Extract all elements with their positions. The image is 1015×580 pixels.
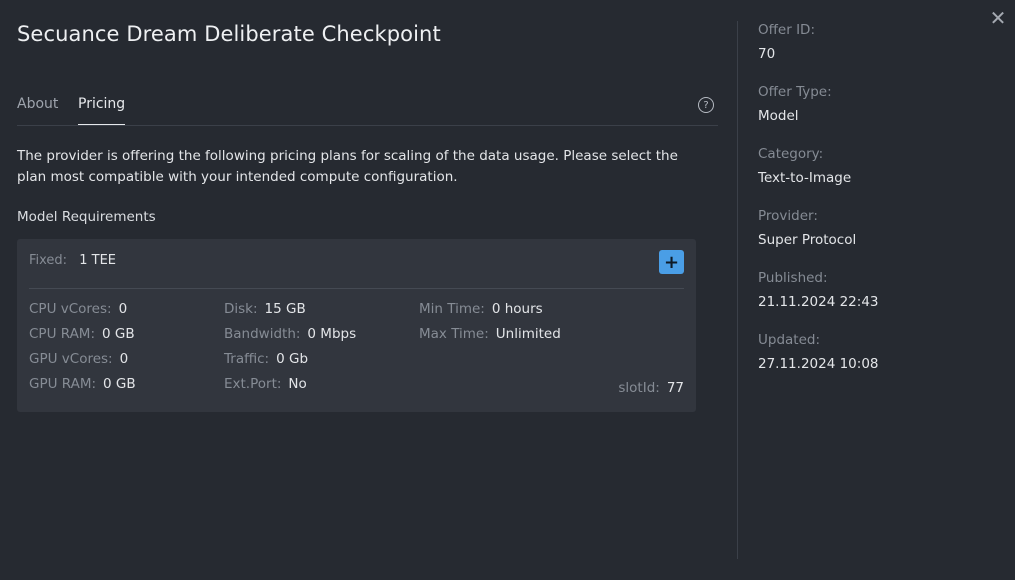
tab-bar: About Pricing ? [17,92,718,126]
close-icon[interactable]: ✕ [988,6,1008,30]
plus-icon[interactable]: + [659,250,684,274]
cpu-ram: CPU RAM: 0 GB [29,326,135,342]
published-value: 21.11.2024 22:43 [758,294,879,310]
gpu-vcores-value: 0 [119,351,129,367]
max-time-value: Unlimited [495,326,561,342]
bandwidth-label: Bandwidth: [224,326,301,342]
provider-value: Super Protocol [758,232,857,248]
fixed-value: 1 TEE [79,253,116,268]
updated-value: 27.11.2024 10:08 [758,356,879,372]
gpu-vcores-label: GPU vCores: [29,351,113,367]
offer-id-label: Offer ID: [758,22,815,38]
gpu-ram-value: 0 GB [103,376,136,392]
page-title: Secuance Dream Deliberate Checkpoint [17,22,441,46]
fixed-label: Fixed: [29,253,68,268]
model-requirements-title: Model Requirements [17,209,156,225]
question-circle-icon[interactable]: ? [698,97,714,113]
traffic-label: Traffic: [224,351,270,367]
category: Category: Text-to-Image [758,144,879,206]
gpu-ram: GPU RAM: 0 GB [29,376,136,392]
slot-id-label: slotId: [618,380,660,396]
category-label: Category: [758,146,824,162]
disk-label: Disk: [224,301,258,317]
cpu-ram-value: 0 GB [102,326,135,342]
published-label: Published: [758,270,828,286]
offer-id: Offer ID: 70 [758,20,879,82]
published: Published: 21.11.2024 22:43 [758,268,879,330]
fixed-row: Fixed: 1 TEE [29,253,116,268]
cpu-ram-label: CPU RAM: [29,326,96,342]
pricing-description: The provider is offering the following p… [17,148,678,185]
cpu-vcores-label: CPU vCores: [29,301,112,317]
updated-label: Updated: [758,332,821,348]
disk-value: 15 GB [264,301,306,317]
min-time: Min Time: 0 hours [419,301,543,317]
max-time: Max Time: Unlimited [419,326,561,342]
slot-id: slotId: 77 [618,380,684,396]
cpu-vcores-value: 0 [118,301,128,317]
offer-details-sidebar: Offer ID: 70 Offer Type: Model Category:… [758,20,879,392]
offer-id-value: 70 [758,46,776,62]
bandwidth: Bandwidth: 0 Mbps [224,326,356,342]
gpu-ram-label: GPU RAM: [29,376,97,392]
min-time-label: Min Time: [419,301,485,317]
card-divider [29,288,684,289]
ext-port-value: No [288,376,307,392]
slot-id-value: 77 [666,380,684,396]
provider-label: Provider: [758,208,818,224]
requirements-card: Fixed: 1 TEE + CPU vCores: 0 CPU RAM: 0 GB… [17,239,696,412]
provider: Provider: Super Protocol [758,206,879,268]
traffic: Traffic: 0 Gb [224,351,308,367]
offer-type-value: Model [758,108,799,124]
cpu-vcores: CPU vCores: 0 [29,301,127,317]
traffic-value: 0 Gb [276,351,309,367]
disk: Disk: 15 GB [224,301,306,317]
ext-port-label: Ext.Port: [224,376,282,392]
tab-about[interactable]: About [17,96,58,112]
ext-port: Ext.Port: No [224,376,307,392]
vertical-divider [737,21,738,559]
updated: Updated: 27.11.2024 10:08 [758,330,879,392]
max-time-label: Max Time: [419,326,489,342]
tab-pricing[interactable]: Pricing [78,96,126,125]
gpu-vcores: GPU vCores: 0 [29,351,128,367]
offer-type: Offer Type: Model [758,82,879,144]
bandwidth-value: 0 Mbps [307,326,357,342]
min-time-value: 0 hours [491,301,543,317]
category-value: Text-to-Image [758,170,852,186]
offer-type-label: Offer Type: [758,84,832,100]
